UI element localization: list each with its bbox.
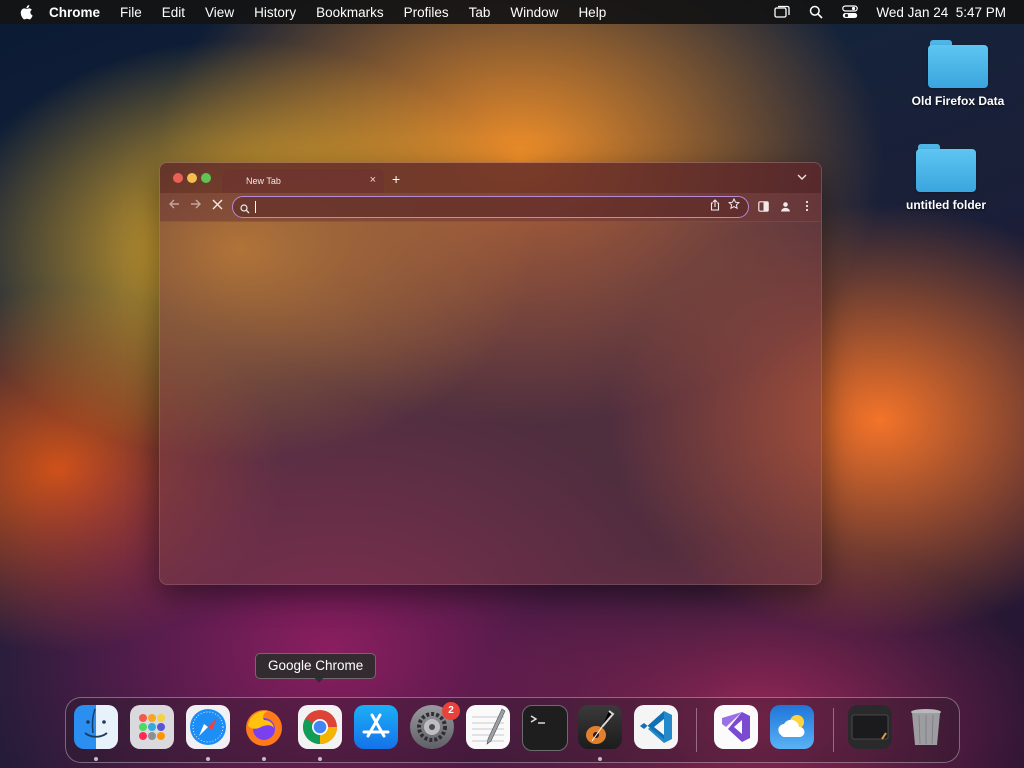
textedit-icon[interactable] <box>466 705 510 749</box>
running-indicator <box>262 757 266 761</box>
chrome-window: New Tab × + <box>159 162 822 585</box>
menu-file[interactable]: File <box>120 5 142 20</box>
app-store-icon[interactable] <box>354 705 398 749</box>
weather-icon[interactable] <box>770 705 814 749</box>
control-center-icon[interactable] <box>842 4 859 20</box>
screen-mirroring-icon[interactable] <box>774 4 791 20</box>
folder-icon <box>928 40 988 88</box>
tab-search-button[interactable] <box>797 172 807 183</box>
more-menu-icon[interactable] <box>801 200 813 212</box>
desktop-folder-old-firefox-data[interactable]: Old Firefox Data <box>903 40 1013 108</box>
tab-close-icon[interactable]: × <box>370 174 376 186</box>
menu-profiles[interactable]: Profiles <box>404 5 449 20</box>
profile-icon[interactable] <box>779 200 791 212</box>
tab-new-tab[interactable]: New Tab × <box>222 169 384 193</box>
menu-view[interactable]: View <box>205 5 234 20</box>
menu-bar: Chrome File Edit View History Bookmarks … <box>0 0 1024 24</box>
page-content-area[interactable] <box>160 221 821 584</box>
menu-window[interactable]: Window <box>510 5 558 20</box>
desktop-folder-untitled[interactable]: untitled folder <box>891 144 1001 212</box>
share-icon[interactable] <box>710 199 720 214</box>
launchpad-icon[interactable] <box>130 705 174 749</box>
running-indicator <box>94 757 98 761</box>
dock-tooltip-pointer <box>313 676 325 683</box>
desktop-folder-label: Old Firefox Data <box>911 94 1005 108</box>
close-window-button[interactable] <box>173 173 183 183</box>
menu-bookmarks[interactable]: Bookmarks <box>316 5 384 20</box>
search-icon <box>240 201 250 219</box>
tab-strip: New Tab × + <box>160 163 821 193</box>
garageband-icon[interactable] <box>578 705 622 749</box>
visual-studio-icon[interactable] <box>714 705 758 749</box>
menu-history[interactable]: History <box>254 5 296 20</box>
notification-badge: 2 <box>442 702 460 720</box>
spotlight-search-icon[interactable] <box>808 4 824 20</box>
new-tab-button[interactable]: + <box>392 171 400 187</box>
running-indicator <box>318 757 322 761</box>
address-bar[interactable] <box>232 196 749 218</box>
terminal-icon[interactable] <box>522 705 568 751</box>
tab-title: New Tab <box>246 176 281 186</box>
text-caret <box>255 201 256 213</box>
finder-icon[interactable] <box>74 705 118 749</box>
dock-separator <box>696 708 697 752</box>
vscode-icon[interactable] <box>634 705 678 749</box>
menu-app-chrome[interactable]: Chrome <box>49 5 100 20</box>
firefox-icon[interactable] <box>242 705 286 749</box>
browser-toolbar <box>160 193 821 222</box>
bookmark-star-icon[interactable] <box>727 197 741 213</box>
stop-loading-button[interactable] <box>212 198 223 213</box>
folder-icon <box>916 144 976 192</box>
zoom-window-button[interactable] <box>201 173 211 183</box>
menu-edit[interactable]: Edit <box>162 5 185 20</box>
forward-button[interactable] <box>190 198 202 213</box>
screenshot-icon[interactable] <box>848 705 892 749</box>
menubar-clock[interactable]: Wed Jan 24 5:47 PM <box>876 5 1006 20</box>
chrome-icon[interactable] <box>298 705 342 749</box>
apple-menu-icon[interactable] <box>17 0 35 24</box>
back-button[interactable] <box>168 198 180 213</box>
running-indicator <box>598 757 602 761</box>
trash-icon[interactable] <box>904 705 948 749</box>
menu-tab[interactable]: Tab <box>469 5 491 20</box>
menu-help[interactable]: Help <box>578 5 606 20</box>
minimize-window-button[interactable] <box>187 173 197 183</box>
dock: 2 <box>65 697 960 763</box>
desktop-folder-label: untitled folder <box>906 198 986 212</box>
side-panel-icon[interactable] <box>757 200 769 212</box>
safari-icon[interactable] <box>186 705 230 749</box>
dock-separator <box>833 708 834 752</box>
running-indicator <box>206 757 210 761</box>
